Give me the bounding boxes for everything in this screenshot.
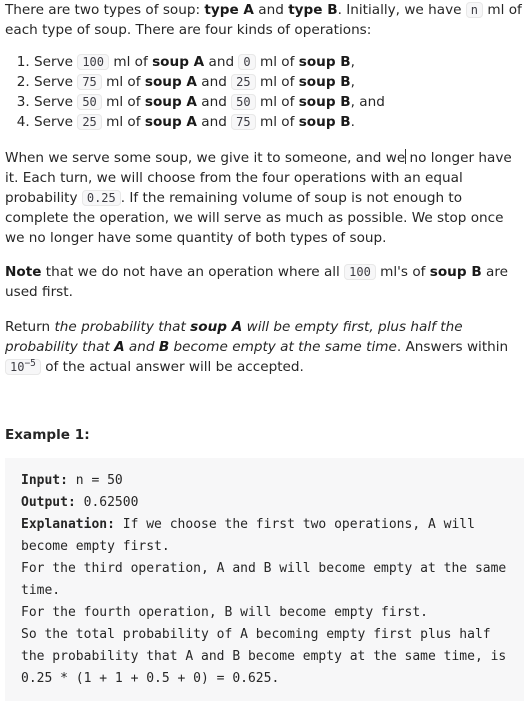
op-amount-b: 25 [231, 74, 256, 90]
soup-b-label: soup B [429, 264, 482, 280]
note-label: Note [5, 264, 42, 280]
op-amount-a: 100 [77, 54, 109, 70]
example-title: Example 1: [5, 427, 90, 443]
op-text: ml of [101, 94, 145, 110]
return-italic-1: the probability that [54, 319, 191, 335]
tolerance-code: 10−5 [5, 359, 41, 375]
soup-b-label: soup B [298, 114, 351, 130]
soup-b-label: soup B [298, 74, 351, 90]
inline-code-n: n [465, 2, 484, 18]
tolerance-exponent: −5 [24, 358, 36, 369]
op-text: , [350, 54, 355, 70]
input-label: Input: [21, 473, 68, 488]
op-text: Serve [34, 54, 78, 70]
example-code-block: Input: n = 50 Output: 0.62500 Explanatio… [5, 458, 524, 701]
op-text: and [204, 54, 239, 70]
b-label: B [158, 339, 170, 355]
intro-text-3: . Initially, we have [337, 2, 466, 18]
soup-a-label: soup A [190, 319, 243, 335]
soup-a-label: soup A [144, 74, 197, 90]
op-text: Serve [34, 94, 78, 110]
inline-code-probability: 0.25 [81, 190, 121, 206]
op-text: ml of [101, 74, 145, 90]
output-value: 0.62500 [75, 495, 139, 510]
op-text: ml of [101, 114, 145, 130]
op-text: . [350, 114, 355, 130]
intro-paragraph: There are two types of soup: type A and … [5, 0, 525, 40]
op-amount-b: 0 [238, 54, 256, 70]
op-text: ml of [255, 114, 299, 130]
operation-item: Serve 100 ml of soup A and 0 ml of soup … [34, 52, 385, 72]
a-label: A [114, 339, 125, 355]
return-text-3: of the actual answer will be accepted. [40, 359, 304, 375]
return-text-2: . Answers within [396, 339, 509, 355]
soup-a-label: soup A [152, 54, 205, 70]
note-text-1: that we do not have an operation where a… [41, 264, 345, 280]
op-text: ml of [255, 74, 299, 90]
note-paragraph: Note that we do not have an operation wh… [5, 262, 525, 302]
op-text: , [350, 74, 355, 90]
op-text: and [196, 94, 232, 110]
op-amount-b: 75 [231, 114, 256, 130]
inline-code-100: 100 [344, 264, 376, 280]
explanation-text: If we choose the first two operations, A… [21, 517, 507, 686]
op-text: and [196, 74, 232, 90]
para2-text-1: When we serve some soup, we give it to s… [5, 150, 406, 166]
operation-item: Serve 75 ml of soup A and 25 ml of soup … [34, 72, 385, 92]
soup-a-label: soup A [144, 94, 197, 110]
serving-rules-paragraph: When we serve some soup, we give it to s… [5, 148, 525, 248]
op-amount-a: 25 [77, 114, 102, 130]
op-amount-b: 50 [231, 94, 256, 110]
intro-text-2: and [253, 2, 289, 18]
explanation-label: Explanation: [21, 517, 115, 532]
type-a-label: type A [204, 2, 254, 18]
intro-text-1: There are two types of soup: [5, 2, 205, 18]
op-amount-a: 50 [77, 94, 102, 110]
note-text-2: ml's of [375, 264, 430, 280]
return-text-1: Return [5, 319, 55, 335]
operations-list: Serve 100 ml of soup A and 0 ml of soup … [5, 52, 385, 132]
type-b-label: type B [288, 2, 338, 18]
soup-a-label: soup A [144, 114, 197, 130]
output-label: Output: [21, 495, 76, 510]
op-text: ml of [255, 54, 299, 70]
return-italic-4: become empty at the same time [169, 339, 397, 355]
op-text: , and [350, 94, 385, 110]
op-text: ml of [109, 54, 153, 70]
op-text: and [196, 114, 232, 130]
input-value: n = 50 [67, 473, 123, 488]
op-text: ml of [255, 94, 299, 110]
operation-item: Serve 50 ml of soup A and 50 ml of soup … [34, 92, 385, 112]
return-italic-3: and [124, 339, 159, 355]
op-text: Serve [34, 74, 78, 90]
op-text: Serve [34, 114, 78, 130]
op-amount-a: 75 [77, 74, 102, 90]
tolerance-base: 10 [10, 360, 25, 374]
return-paragraph: Return the probability that soup A will … [5, 317, 525, 377]
operation-item: Serve 25 ml of soup A and 75 ml of soup … [34, 112, 385, 132]
soup-b-label: soup B [298, 54, 351, 70]
soup-b-label: soup B [298, 94, 351, 110]
